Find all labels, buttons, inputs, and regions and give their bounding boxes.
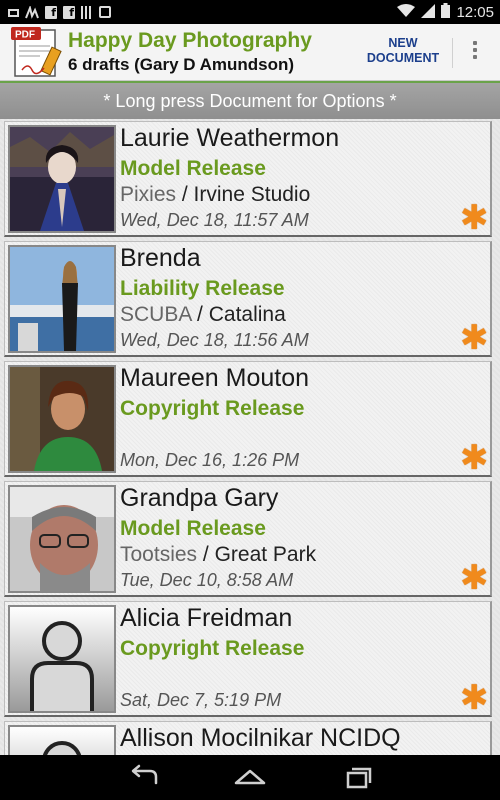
location-category: Pixies [120,183,177,206]
recent-apps-icon[interactable] [336,763,376,791]
battery-icon [441,2,451,22]
shopping-bag-icon [99,6,111,18]
document-date: Wed, Dec 18, 11:57 AM [120,210,309,230]
draft-asterisk-icon: ✱ [460,558,489,598]
document-card[interactable]: Maureen Mouton Copyright Release Mon, De… [4,361,492,477]
document-card[interactable]: Brenda Liability Release SCUBA / Catalin… [4,241,492,357]
hint-bar: * Long press Document for Options * [0,81,500,119]
document-thumbnail [8,125,116,233]
draft-asterisk-icon: ✱ [460,318,489,358]
document-thumbnail [8,245,116,353]
status-bar: f f 12:05 [0,0,500,24]
facebook-icon: f [63,5,75,19]
action-bar: PDF Happy Day Photography 6 drafts (Gary… [0,24,500,81]
document-card[interactable]: Grandpa Gary Model Release Tootsies / Gr… [4,481,492,597]
new-document-label-line2: DOCUMENT [366,51,440,65]
action-bar-divider [452,38,453,68]
logo-text: PDF [15,30,35,41]
back-icon[interactable] [124,763,164,791]
document-type: Model Release [120,517,266,540]
document-name: Maureen Mouton [120,364,310,392]
app-subtitle: 6 drafts (Gary D Amundson) [68,55,295,74]
app-title: Happy Day Photography [68,29,312,52]
navigation-bar [0,755,500,800]
document-type: Copyright Release [120,637,305,660]
clock: 12:05 [456,3,494,21]
document-name: Grandpa Gary [120,484,279,512]
facebook-icon: f [45,5,57,19]
document-name: Laurie Weathermon [120,124,340,152]
document-card[interactable]: Laurie Weathermon Model Release Pixies /… [4,121,492,237]
document-thumbnail [8,485,116,593]
location-separator: / [197,543,215,566]
draft-asterisk-icon: ✱ [460,438,489,478]
signal-icon [421,3,436,22]
location-separator: / [176,183,194,206]
document-name: Allison Mocilnikar NCIDQ [120,724,401,752]
document-location: SCUBA / Catalina [120,303,286,327]
location-separator: / [191,303,209,326]
system-icons: 12:05 [397,2,494,22]
document-date: Wed, Dec 18, 11:56 AM [120,330,309,350]
document-date: Sat, Dec 7, 5:19 PM [120,690,282,710]
document-card[interactable]: Alicia Freidman Copyright Release Sat, D… [4,601,492,717]
home-icon[interactable] [230,763,270,791]
barcode-icon [81,5,93,19]
draft-asterisk-icon: ✱ [460,678,489,718]
document-date: Mon, Dec 16, 1:26 PM [120,450,300,470]
location-category: SCUBA [120,303,192,326]
wifi-icon [397,3,416,22]
document-type: Copyright Release [120,397,305,420]
document-card[interactable]: Allison Mocilnikar NCIDQ [4,721,492,755]
location-place: Great Park [214,543,317,566]
document-type: Liability Release [120,277,285,300]
new-document-button[interactable]: NEW DOCUMENT [362,36,444,66]
document-thumbnail [8,725,116,755]
document-thumbnail [8,605,116,713]
location-place: Irvine Studio [193,183,311,206]
document-thumbnail [8,365,116,473]
mail-icon [8,8,19,17]
app-logo-icon[interactable]: PDF [10,26,62,78]
document-type: Model Release [120,157,266,180]
document-name: Alicia Freidman [120,604,293,632]
signature-icon [25,4,39,19]
overflow-menu-icon[interactable] [466,38,484,68]
document-location: Tootsies / Great Park [120,543,316,567]
hint-text: * Long press Document for Options * [103,91,397,111]
document-location: Pixies / Irvine Studio [120,183,310,207]
document-name: Brenda [120,244,201,272]
location-place: Catalina [208,303,286,326]
document-list[interactable]: Laurie Weathermon Model Release Pixies /… [0,119,500,755]
notification-icons: f f [8,3,111,21]
location-category: Tootsies [120,543,198,566]
new-document-label-line1: NEW [388,36,418,50]
document-date: Tue, Dec 10, 8:58 AM [120,570,294,590]
draft-asterisk-icon: ✱ [460,198,489,238]
